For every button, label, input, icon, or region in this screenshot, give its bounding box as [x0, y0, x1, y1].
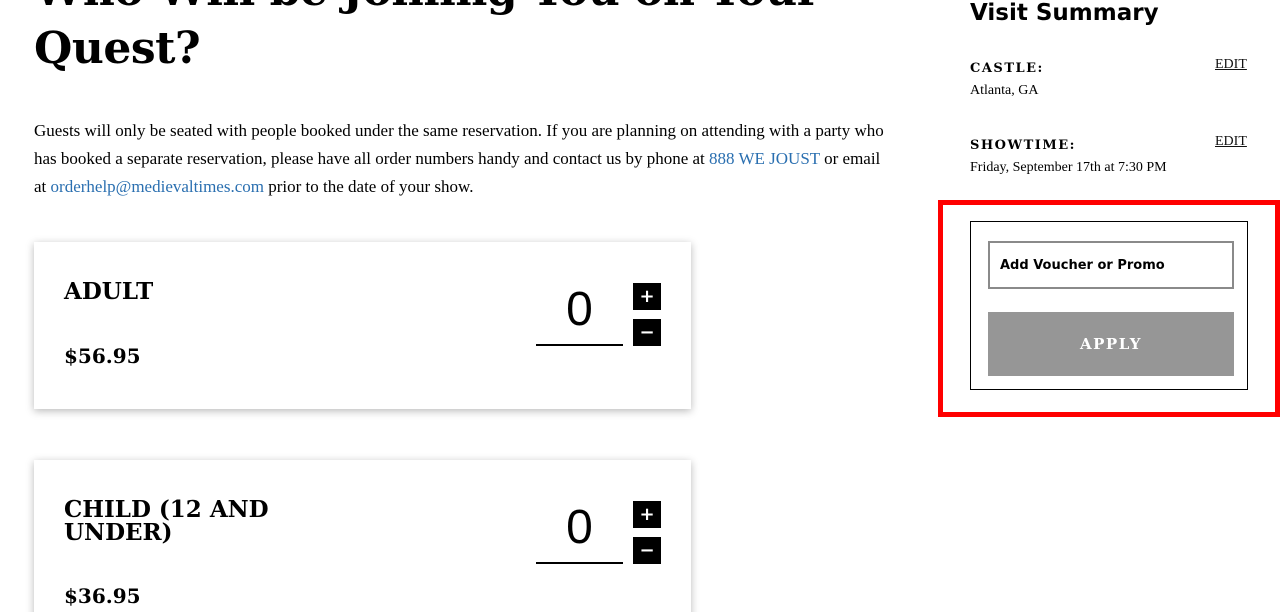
quantity-display: 0	[536, 498, 623, 564]
castle-label: CASTLE:	[970, 61, 1044, 76]
ticket-card-child: CHILD (12 AND UNDER) $36.95 0 + −	[34, 460, 691, 612]
intro-text-after: prior to the date of your show.	[263, 177, 474, 196]
ticket-price: $36.95	[64, 584, 141, 608]
edit-castle-link[interactable]: EDIT	[1215, 57, 1247, 73]
promo-panel: APPLY	[970, 221, 1248, 390]
ticket-card-adult: ADULT $56.95 0 + −	[34, 242, 691, 409]
page: Who Will be Joining You on Your Quest? G…	[0, 0, 1285, 612]
ticket-name: ADULT	[64, 278, 154, 305]
apply-button[interactable]: APPLY	[988, 312, 1234, 376]
edit-showtime-link[interactable]: EDIT	[1215, 134, 1247, 150]
ticket-name: CHILD (12 AND UNDER)	[64, 496, 269, 546]
phone-link[interactable]: 888 WE JOUST	[709, 149, 820, 168]
showtime-value: Friday, September 17th at 7:30 PM	[970, 160, 1167, 175]
ticket-price: $56.95	[64, 344, 141, 368]
decrement-button[interactable]: −	[633, 319, 661, 346]
decrement-button[interactable]: −	[633, 537, 661, 564]
increment-button[interactable]: +	[633, 501, 661, 528]
increment-button[interactable]: +	[633, 283, 661, 310]
promo-code-input[interactable]	[988, 241, 1234, 289]
castle-value: Atlanta, GA	[970, 83, 1039, 98]
showtime-label: SHOWTIME:	[970, 138, 1076, 153]
page-heading: Who Will be Joining You on Your Quest?	[34, 0, 820, 74]
quantity-display: 0	[536, 280, 623, 346]
email-link[interactable]: orderhelp@medievaltimes.com	[51, 177, 264, 196]
intro-paragraph: Guests will only be seated with people b…	[34, 117, 894, 201]
visit-summary-title: Visit Summary	[970, 0, 1159, 26]
